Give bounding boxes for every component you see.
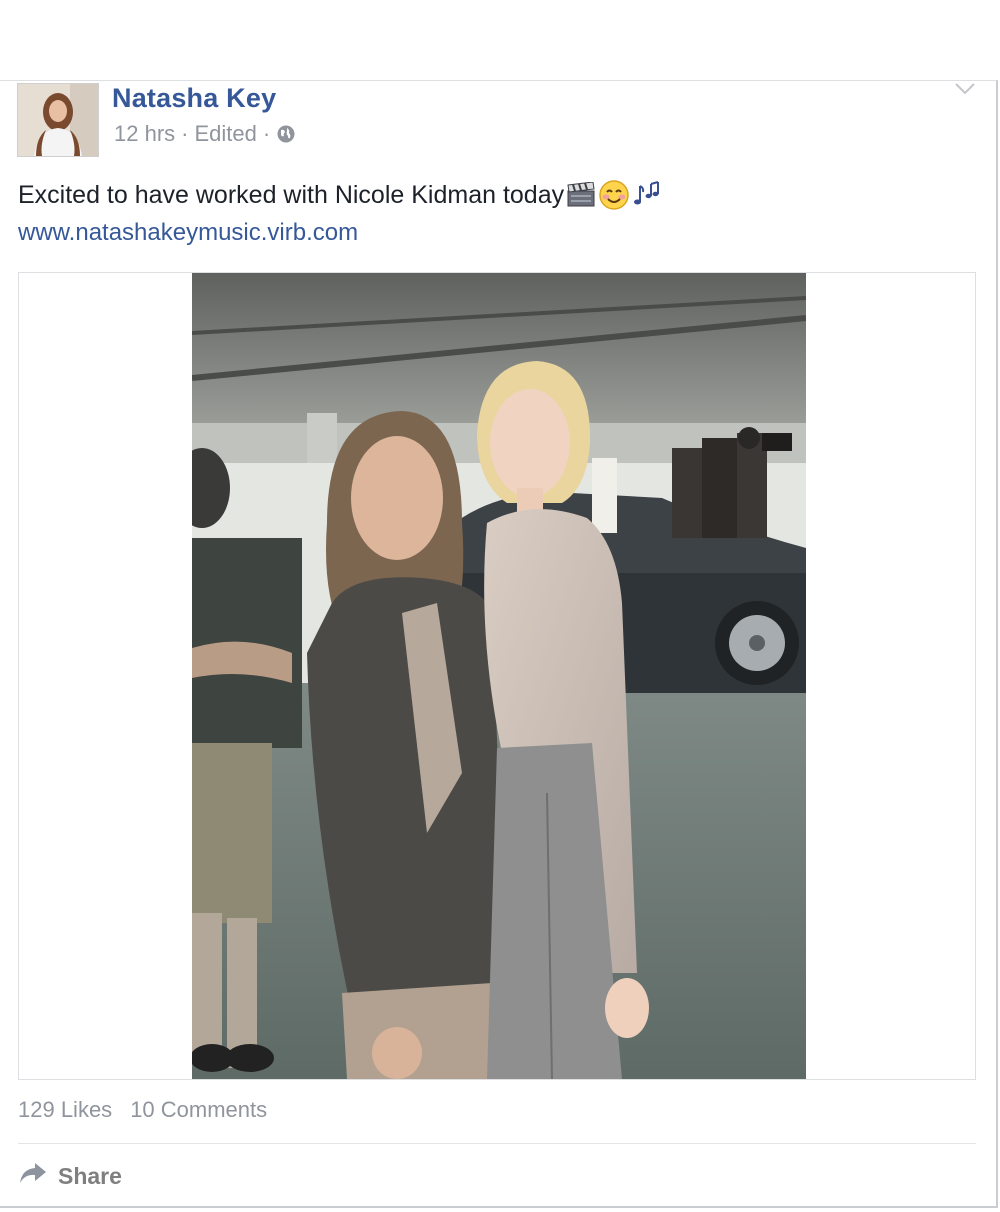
- post-link[interactable]: www.natashakeymusic.virb.com: [18, 219, 358, 247]
- post-message-text: Excited to have worked with Nicole Kidma…: [18, 180, 565, 209]
- likes-count[interactable]: 129 Likes: [18, 1097, 112, 1123]
- photo-image: [192, 273, 806, 1079]
- share-arrow-icon: [18, 1161, 48, 1191]
- meta-separator: ·: [181, 121, 189, 146]
- divider: [18, 1143, 976, 1144]
- post-message: Excited to have worked with Nicole Kidma…: [18, 179, 662, 211]
- smile-emoji-icon: [598, 179, 630, 211]
- author-avatar[interactable]: [17, 83, 99, 157]
- chevron-down-icon[interactable]: [954, 81, 976, 97]
- post-meta: 12 hrs · Edited ·: [114, 121, 296, 147]
- comments-count[interactable]: 10 Comments: [130, 1097, 267, 1123]
- share-label: Share: [58, 1162, 122, 1189]
- timestamp[interactable]: 12 hrs: [114, 121, 175, 147]
- music-notes-emoji-icon: [632, 180, 662, 210]
- photo-attachment[interactable]: [18, 272, 976, 1080]
- post-card: Natasha Key 12 hrs · Edited · Excited to…: [0, 80, 998, 1208]
- share-button[interactable]: Share: [18, 1161, 122, 1191]
- meta-separator: ·: [262, 121, 271, 146]
- page: Natasha Key 12 hrs · Edited · Excited to…: [0, 0, 1000, 1212]
- clapperboard-emoji-icon: [566, 182, 596, 208]
- post-photo[interactable]: [192, 273, 806, 1079]
- globe-icon[interactable]: [276, 124, 296, 144]
- author-name[interactable]: Natasha Key: [112, 83, 276, 114]
- post-stats: 129 Likes 10 Comments: [18, 1097, 267, 1123]
- avatar-image: [18, 84, 98, 156]
- edited-label[interactable]: Edited: [194, 121, 256, 147]
